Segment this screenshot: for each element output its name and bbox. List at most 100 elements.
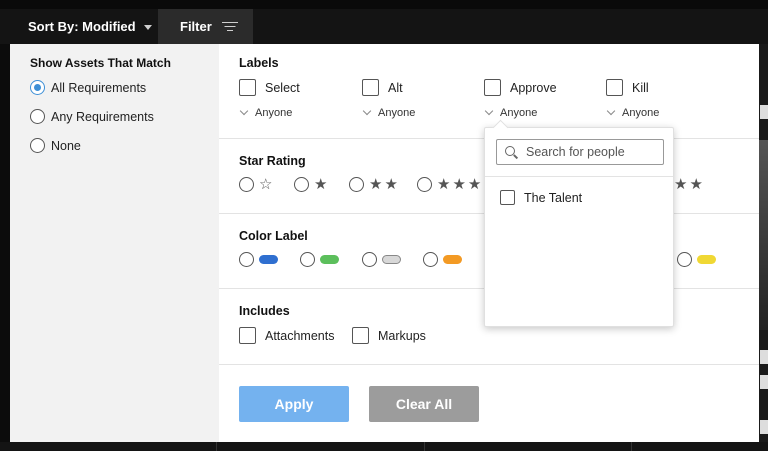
filter-label: Filter [180,19,212,34]
match-option-label: All Requirements [51,80,147,95]
match-option-all[interactable]: All Requirements [30,80,146,95]
star-rating-title: Star Rating [239,154,306,168]
filter-icon [221,21,238,32]
star-icon: ★★★ [437,176,484,193]
labels-title: Labels [239,56,279,70]
include-label: Markups [378,328,426,343]
assignee-value: Anyone [622,107,660,119]
include-checkbox[interactable] [352,327,369,344]
radio-button[interactable] [349,177,364,192]
clear-all-button[interactable]: Clear All [369,386,479,422]
background-tag [760,375,768,389]
background-tag [760,420,768,434]
sort-by-button[interactable]: Sort By: Modified [10,9,160,44]
include-attachments[interactable]: Attachments [239,327,334,344]
match-option-label: None [51,138,81,153]
person-item[interactable]: The Talent [500,190,582,205]
radio-button[interactable] [239,177,254,192]
person-name: The Talent [524,190,583,205]
chevron-down-icon [239,106,249,116]
chevron-down-icon [606,106,616,116]
include-label: Attachments [265,328,335,343]
color-label-title: Color Label [239,229,308,243]
star-option-1[interactable]: ★ [294,177,329,192]
color-swatch-blue [259,255,278,264]
person-checkbox[interactable] [500,190,515,205]
color-option-orange[interactable] [423,252,462,267]
background-tag [760,105,768,119]
radio-button[interactable] [300,252,315,267]
radio-button[interactable] [362,252,377,267]
color-swatch-yellow [697,255,716,264]
color-option-green[interactable] [300,252,339,267]
color-option-blue[interactable] [239,252,278,267]
radio-button[interactable] [30,138,45,153]
people-search-field[interactable] [496,139,664,165]
star-option-0[interactable]: ☆ [239,177,274,192]
star-option-5[interactable]: ★★ [674,177,705,192]
label-assignee-approve[interactable]: Anyone [484,106,538,119]
radio-button[interactable] [677,252,692,267]
star-icon: ☆ [259,176,275,193]
star-icon: ★ [314,176,330,193]
include-checkbox[interactable] [239,327,256,344]
dropdown-divider [485,176,673,177]
background-tag [760,350,768,364]
label-name: Approve [510,80,557,95]
label-assignee-kill[interactable]: Anyone [606,106,660,119]
label-checkbox[interactable] [239,79,256,96]
match-column: Show Assets That Match All Requirements … [10,44,219,442]
label-checkbox[interactable] [484,79,501,96]
radio-button[interactable] [30,109,45,124]
people-dropdown: The Talent [484,127,674,327]
search-icon [505,145,518,159]
include-markups[interactable]: Markups [352,327,426,344]
background-thumbnail [759,140,768,330]
people-search-input[interactable] [526,145,656,159]
labels-section: Labels Select Anyone Alt Anyone Approve … [219,44,759,138]
chevron-down-icon [362,106,372,116]
color-swatch-green [320,255,339,264]
star-icon: ★★ [369,176,400,193]
label-checkbox[interactable] [362,79,379,96]
label-select[interactable]: Select [239,79,300,96]
filter-button[interactable]: Filter [158,9,253,44]
star-icon: ★★ [674,176,705,193]
label-checkbox[interactable] [606,79,623,96]
radio-button[interactable] [417,177,432,192]
radio-button[interactable] [239,252,254,267]
background-grid [0,442,768,451]
label-name: Alt [388,80,403,95]
color-option-yellow[interactable] [677,252,716,267]
label-kill[interactable]: Kill [606,79,649,96]
label-name: Kill [632,80,649,95]
top-strip [0,0,768,9]
caret-down-icon [143,25,152,30]
star-option-3[interactable]: ★★★ [417,177,483,192]
color-swatch-gray [382,255,401,264]
color-option-gray[interactable] [362,252,401,267]
sort-by-label: Sort By: Modified [28,19,136,34]
assignee-value: Anyone [500,107,538,119]
label-approve[interactable]: Approve [484,79,557,96]
assignee-value: Anyone [255,107,293,119]
assignee-value: Anyone [378,107,416,119]
radio-button[interactable] [423,252,438,267]
section-divider [219,364,759,365]
color-swatch-orange [443,255,462,264]
label-assignee-alt[interactable]: Anyone [362,106,416,119]
includes-title: Includes [239,304,290,318]
radio-button[interactable] [294,177,309,192]
label-assignee-select[interactable]: Anyone [239,106,293,119]
chevron-down-icon [484,106,494,116]
match-option-label: Any Requirements [51,109,154,124]
star-option-2[interactable]: ★★ [349,177,400,192]
top-toolbar: Sort By: Modified Filter [0,0,768,44]
label-name: Select [265,80,300,95]
match-title: Show Assets That Match [30,56,171,70]
apply-button[interactable]: Apply [239,386,349,422]
match-option-none[interactable]: None [30,138,81,153]
label-alt[interactable]: Alt [362,79,403,96]
radio-button-checked[interactable] [30,80,45,95]
match-option-any[interactable]: Any Requirements [30,109,154,124]
